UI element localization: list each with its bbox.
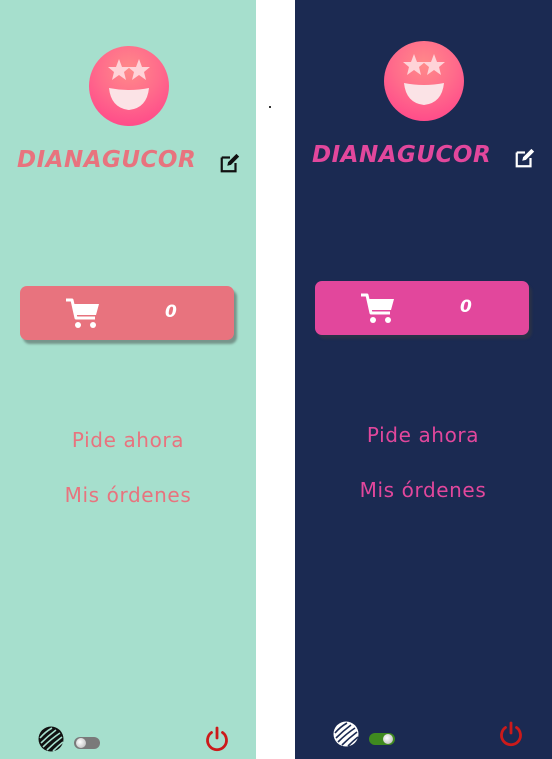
power-icon[interactable] [497,720,525,748]
star-struck-face-icon [403,54,445,105]
cart-count: 0 [165,302,177,322]
cart-button[interactable]: 0 [315,281,529,335]
theme-pattern-icon [38,726,64,752]
edit-icon[interactable] [514,147,536,169]
theme-toggle[interactable] [74,737,100,749]
theme-pattern-icon [333,721,359,747]
dark-theme-panel: DIANAGUCOR 0 Pide ahora Mis órdenes [295,0,552,759]
cart-count: 0 [460,297,472,317]
cart-icon [361,293,394,323]
nav-order-now[interactable]: Pide ahora [0,428,256,452]
cart-button[interactable]: 0 [20,286,234,340]
theme-toggle[interactable] [369,733,395,745]
avatar [89,46,169,126]
light-theme-panel: DIANAGUCOR 0 Pide ahora Mis órdenes [0,0,256,759]
avatar [384,41,464,121]
stray-dot [269,106,271,108]
power-icon[interactable] [203,725,231,753]
username: DIANAGUCOR [17,147,197,173]
toggle-knob [383,734,393,744]
toggle-knob [76,738,86,748]
username: DIANAGUCOR [312,142,492,168]
nav-my-orders[interactable]: Mis órdenes [0,483,256,507]
edit-icon[interactable] [219,152,241,174]
star-struck-face-icon [108,59,150,110]
nav-my-orders[interactable]: Mis órdenes [295,478,551,502]
cart-icon [66,298,99,328]
nav-order-now[interactable]: Pide ahora [295,423,551,447]
